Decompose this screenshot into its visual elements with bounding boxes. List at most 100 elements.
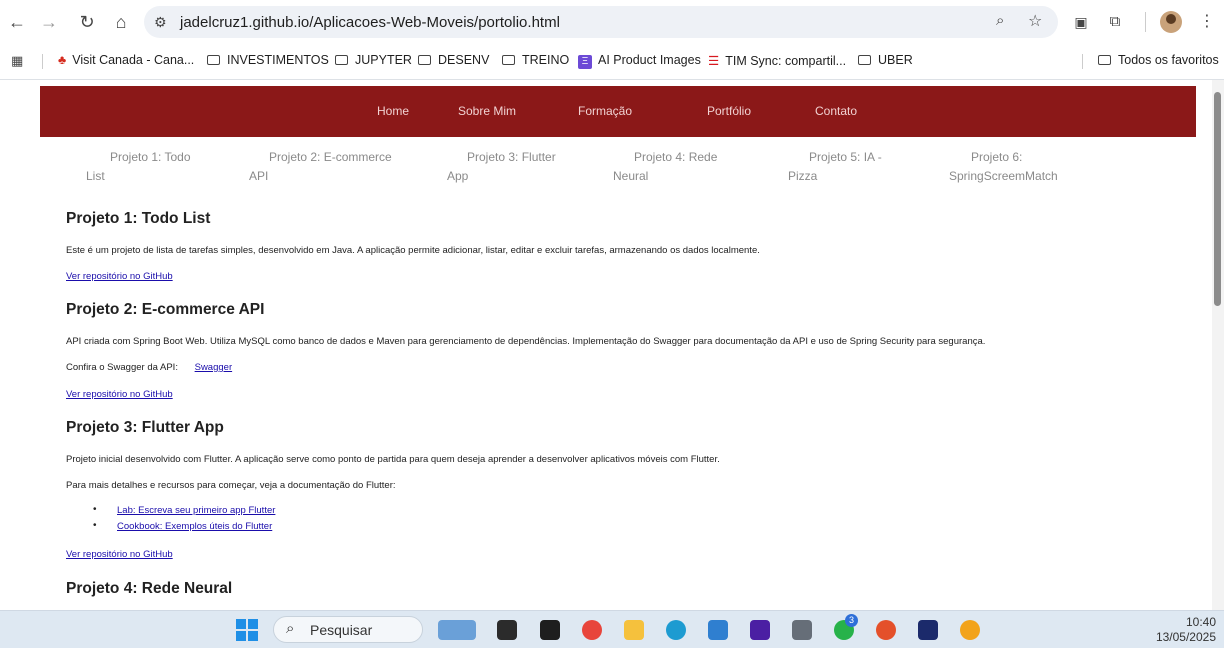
subnav-projeto-2[interactable]: Projeto 2: E-commerce API: [249, 148, 392, 186]
bookmark-investimentos[interactable]: INVESTIMENTOS: [207, 53, 329, 67]
project-1-title: Projeto 1: Todo List: [66, 210, 211, 227]
nav-contato[interactable]: Contato: [815, 104, 857, 118]
edge-icon[interactable]: [666, 620, 686, 640]
chrome-icon[interactable]: [582, 620, 602, 640]
subnav-projeto-6[interactable]: Projeto 6: SpringScreemMatch: [949, 148, 1058, 186]
nav-sobre-mim[interactable]: Sobre Mim: [458, 104, 516, 118]
profile-avatar[interactable]: [1160, 11, 1182, 33]
nav-home[interactable]: Home: [377, 104, 409, 118]
subnav-projeto-1[interactable]: Projeto 1: Todo List: [86, 148, 191, 186]
subnav-line-2: API: [249, 169, 269, 183]
bookmark-ai-product-images[interactable]: Ξ AI Product Images: [578, 53, 701, 69]
terminal-icon[interactable]: [540, 620, 560, 640]
bookmark-uber[interactable]: UBER: [858, 53, 913, 67]
project-4-title: Projeto 4: Rede Neural: [66, 580, 233, 597]
browser-toolbar: ← → ↻ ⌂ ⚙ jadelcruz1.github.io/Aplicacoe…: [0, 0, 1224, 44]
flutter-cookbook-link[interactable]: Cookbook: Exemplos úteis do Flutter: [117, 521, 272, 532]
scrollbar-thumb[interactable]: [1214, 92, 1221, 306]
taskbar-search[interactable]: ⌕ Pesquisar: [273, 616, 423, 643]
bookmark-label: Visit Canada - Cana...: [72, 53, 195, 67]
home-icon[interactable]: ⌂: [110, 11, 132, 33]
folder-icon: [418, 55, 431, 65]
project-3-description: Projeto inicial desenvolvido com Flutter…: [66, 454, 720, 465]
folder-icon: [335, 55, 348, 65]
page-viewport: Home Sobre Mim Formação Portfólio Contat…: [0, 80, 1212, 610]
file-explorer-icon[interactable]: [624, 620, 644, 640]
bookmark-tim-sync[interactable]: ☰ TIM Sync: compartil...: [708, 53, 846, 68]
bookmark-treino[interactable]: TREINO: [502, 53, 569, 67]
all-bookmarks[interactable]: Todos os favoritos: [1098, 53, 1219, 67]
subnav-line-2: App: [447, 169, 469, 183]
subnav-line-1: Projeto 4: Rede: [634, 150, 718, 164]
swagger-link[interactable]: Swagger: [195, 362, 233, 373]
bookmark-label: TREINO: [522, 53, 570, 67]
apps-grid-icon[interactable]: ▦: [11, 53, 23, 69]
project-1-repo-link[interactable]: Ver repositório no GitHub: [66, 271, 173, 282]
menu-kebab-icon[interactable]: ⋮: [1196, 11, 1218, 33]
start-tile: [236, 631, 246, 641]
calculator-icon[interactable]: [792, 620, 812, 640]
subnav-line-2: List: [86, 169, 105, 183]
task-view-icon[interactable]: [497, 620, 517, 640]
site-info-icon[interactable]: ⚙: [154, 13, 172, 31]
project-2-repo-paragraph: Ver repositório no GitHub: [66, 389, 173, 400]
subnav-line-1: Projeto 6:: [971, 150, 1023, 164]
subnav-line-1: Projeto 1: Todo: [110, 150, 191, 164]
widgets-icon[interactable]: [438, 620, 476, 640]
whatsapp-icon[interactable]: 3: [834, 614, 858, 640]
list-item: Lab: Escreva seu primeiro app Flutter: [66, 504, 275, 521]
bookmarks-bar: ▦ ♣ Visit Canada - Cana... INVESTIMENTOS …: [0, 44, 1224, 78]
extensions-puzzle-icon[interactable]: ⧉: [1104, 11, 1126, 33]
swagger-label: Confira o Swagger da API:: [66, 362, 178, 373]
vscode-icon[interactable]: [708, 620, 728, 640]
subnav-projeto-5[interactable]: Projeto 5: IA - Pizza: [788, 148, 882, 186]
folder-icon: [207, 55, 220, 65]
bookmark-label: TIM Sync: compartil...: [725, 54, 847, 68]
clock-date: 13/05/2025: [1155, 630, 1216, 644]
flutter-lab-link[interactable]: Lab: Escreva seu primeiro app Flutter: [117, 505, 275, 516]
address-bar[interactable]: ⚙ jadelcruz1.github.io/Aplicacoes-Web-Mo…: [144, 6, 1058, 38]
nav-formacao[interactable]: Formação: [578, 104, 632, 118]
avatar-head: [1166, 14, 1176, 24]
reload-icon[interactable]: ↻: [76, 11, 98, 33]
subnav-projeto-4[interactable]: Projeto 4: Rede Neural: [613, 148, 717, 186]
bookmark-desenv[interactable]: DESENV: [418, 53, 489, 67]
system-clock[interactable]: 10:40 13/05/2025: [1156, 615, 1216, 645]
subnav-projeto-3[interactable]: Projeto 3: Flutter App: [447, 148, 556, 186]
extension-icon[interactable]: ▣: [1070, 11, 1092, 33]
bookmark-star-icon[interactable]: ☆: [1028, 11, 1042, 31]
back-icon[interactable]: ←: [6, 11, 28, 33]
bookmark-visit-canada[interactable]: ♣ Visit Canada - Cana...: [58, 53, 194, 67]
webex-icon[interactable]: [918, 620, 938, 640]
site-header: Home Sobre Mim Formação Portfólio Contat…: [40, 86, 1196, 137]
wps-office-icon[interactable]: [876, 620, 896, 640]
nav-portfolio[interactable]: Portfólio: [707, 104, 751, 118]
forward-icon[interactable]: →: [38, 11, 60, 33]
bookmark-label: UBER: [878, 53, 913, 67]
bookmarks-divider: [42, 54, 43, 69]
project-2-repo-link[interactable]: Ver repositório no GitHub: [66, 389, 173, 400]
taskbar-search-label: Pesquisar: [310, 622, 373, 638]
intellij-icon[interactable]: [750, 620, 770, 640]
start-tile: [236, 619, 246, 629]
bookmark-jupyter[interactable]: JUPYTER: [335, 53, 412, 67]
folder-icon: [858, 55, 871, 65]
page-scrollbar[interactable]: [1212, 80, 1224, 610]
ai-icon: Ξ: [578, 55, 592, 69]
project-3-repo-link[interactable]: Ver repositório no GitHub: [66, 549, 173, 560]
zoom-icon[interactable]: ⌕: [996, 12, 1004, 29]
project-2-swagger-paragraph: Confira o Swagger da API: Swagger: [66, 362, 232, 373]
flutter-links-list: Lab: Escreva seu primeiro app Flutter Co…: [66, 504, 275, 537]
project-2-title: Projeto 2: E-commerce API: [66, 301, 265, 318]
tim-icon: ☰: [708, 54, 720, 68]
chrome-profile-icon[interactable]: [960, 620, 980, 640]
subnav-line-1: Projeto 2: E-commerce: [269, 150, 392, 164]
browser-chrome: ← → ↻ ⌂ ⚙ jadelcruz1.github.io/Aplicacoe…: [0, 0, 1224, 80]
subnav-line-2: Neural: [613, 169, 649, 183]
bookmarks-divider: [1082, 54, 1083, 69]
toolbar-divider: [1145, 12, 1146, 32]
list-item: Cookbook: Exemplos úteis do Flutter: [66, 520, 275, 537]
subnav-line-2: Pizza: [788, 169, 818, 183]
windows-start-icon[interactable]: [236, 619, 258, 641]
project-1-description: Este é um projeto de lista de tarefas si…: [66, 245, 760, 256]
